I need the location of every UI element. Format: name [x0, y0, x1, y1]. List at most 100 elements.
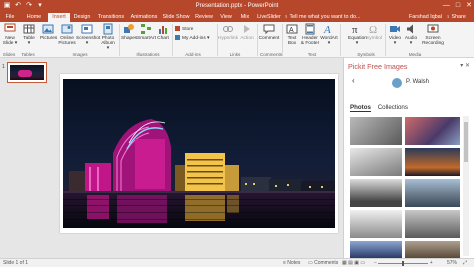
header-footer-icon [305, 23, 315, 35]
my-addins-button[interactable]: My Add-ins ▾ [175, 35, 209, 42]
gallery-image[interactable] [405, 210, 460, 238]
gallery-image[interactable] [350, 148, 402, 176]
comments-button[interactable]: ▭ Comments [308, 259, 338, 267]
tab-design[interactable]: Design [71, 13, 93, 22]
gallery-image[interactable] [350, 179, 402, 207]
action-icon [244, 25, 250, 33]
chart-button[interactable]: Chart [156, 23, 170, 41]
separator [340, 24, 341, 56]
tab-photos[interactable]: Photos [350, 104, 371, 112]
image-gallery [350, 117, 460, 258]
slide-number: 1 [2, 64, 5, 70]
author-name[interactable]: P. Walsh [406, 79, 429, 85]
gallery-image[interactable] [350, 117, 402, 145]
pane-title: Pickit Free Images [348, 62, 408, 71]
slide-thumbnails-pane: 1 [0, 58, 56, 258]
hyperlink-button[interactable]: Hyperlink [218, 23, 238, 41]
separator [172, 24, 173, 56]
new-slide-button[interactable]: New Slide ▾ [2, 23, 18, 46]
action-button[interactable]: Action [238, 23, 256, 41]
night-city-photo[interactable] [63, 79, 335, 228]
tab-slide-show[interactable]: Slide Show [162, 13, 190, 22]
symbol-icon: Ω [369, 24, 377, 35]
share-button[interactable]: ♀ Share [446, 13, 466, 22]
text-box-button[interactable]: A Text Box [284, 23, 300, 46]
wordart-button[interactable]: A WordArt ▾ [320, 23, 338, 46]
smartart-button[interactable]: SmartArt [137, 23, 156, 41]
tab-view[interactable]: View [219, 13, 233, 22]
symbol-button[interactable]: Ω Symbol [366, 23, 382, 41]
screen-recording-icon [427, 24, 439, 33]
ribbon-tab-bar: File Home Insert Design Transitions Anim… [0, 13, 474, 22]
tab-liveslider[interactable]: LiveSlider [256, 13, 282, 22]
comment-button[interactable]: Comment [258, 23, 280, 41]
gallery-image[interactable] [350, 241, 402, 258]
photo-album-button[interactable]: Photo Album ▾ [100, 23, 116, 51]
smartart-icon [141, 24, 151, 34]
text-box-icon: A [286, 24, 298, 34]
pictures-button[interactable]: Pictures [40, 23, 57, 41]
group-label-text: Text [307, 52, 317, 57]
tab-mix[interactable]: Mix [240, 13, 250, 22]
view-buttons[interactable]: ▦ ▤ ▣ ▭ [342, 259, 365, 267]
shapes-button[interactable]: Shapes [121, 23, 137, 41]
screenshot-button[interactable]: Screenshot ▾ [76, 23, 100, 46]
zoom-level[interactable]: 57% [447, 259, 457, 267]
close-button[interactable]: ✕ [466, 1, 472, 11]
maximize-button[interactable]: □ [456, 1, 460, 11]
group-label-addins: Add-ins [185, 52, 201, 57]
back-arrow-icon[interactable]: ‹ [352, 76, 355, 85]
scrollbar-thumb[interactable] [464, 122, 468, 162]
tab-review[interactable]: Review [195, 13, 213, 22]
gallery-image[interactable] [405, 179, 460, 207]
online-pictures-icon [61, 24, 73, 34]
gallery-image[interactable] [350, 210, 402, 238]
photo-album-icon [103, 23, 113, 35]
header-footer-button[interactable]: Header & Footer [300, 23, 320, 46]
tab-collections[interactable]: Collections [378, 104, 408, 111]
group-label-symbols: Symbols [357, 52, 375, 57]
group-label-tables: Tables [21, 52, 35, 57]
user-account[interactable]: Farshad Iqbal [409, 13, 442, 22]
separator [119, 24, 120, 56]
ribbon-insert: New Slide ▾ Table ▾ Pictures Online Pict… [0, 22, 474, 58]
gallery-image[interactable] [405, 148, 460, 176]
pickit-task-pane: Pickit Free Images ▾ ✕ ‹ P. Walsh Photos… [343, 58, 474, 258]
slide-thumbnail-image [10, 65, 44, 80]
tell-me-search[interactable]: ♀ Tell me what you want to do... [284, 13, 360, 22]
pane-close-button[interactable]: ▾ ✕ [460, 62, 470, 69]
online-pictures-button[interactable]: Online Pictures [58, 23, 76, 46]
notes-button[interactable]: ≡ Notes [283, 259, 300, 267]
table-button[interactable]: Table ▾ [22, 23, 36, 46]
audio-button[interactable]: Audio ▾ [404, 23, 418, 46]
group-label-images: Images [72, 52, 88, 57]
video-button[interactable]: Video ▾ [388, 23, 402, 46]
tab-home[interactable]: Home [24, 13, 44, 22]
my-addins-icon [175, 35, 180, 40]
tab-file[interactable]: File [2, 13, 18, 22]
separator [385, 24, 386, 56]
powerpoint-window: ▣ ↶ ↷ ▾ Presentation.pptx - PowerPoint —… [0, 0, 474, 267]
store-button[interactable]: Store [175, 26, 193, 33]
group-label-links: Links [229, 52, 241, 57]
gallery-image[interactable] [405, 117, 460, 145]
fit-slide-icon[interactable]: ⤢ [463, 259, 467, 267]
pane-scrollbar[interactable] [463, 116, 469, 256]
screen-recording-button[interactable]: Screen Recording [420, 23, 446, 46]
slide-canvas[interactable] [60, 74, 338, 233]
equation-button[interactable]: π Equation ▾ [348, 23, 367, 46]
gallery-image[interactable] [405, 241, 460, 258]
window-title: Presentation.pptx - PowerPoint [195, 3, 279, 9]
tab-transitions[interactable]: Transitions [96, 13, 126, 22]
status-bar: Slide 1 of 1 ≡ Notes ▭ Comments ▦ ▤ ▣ ▭ … [0, 258, 474, 267]
pictures-icon [42, 24, 54, 34]
zoom-slider[interactable]: − + [374, 259, 444, 267]
tab-animations[interactable]: Animations [129, 13, 159, 22]
slide-editor [56, 58, 343, 258]
tab-insert[interactable]: Insert [48, 13, 70, 22]
slide-thumbnail[interactable] [7, 62, 47, 83]
minimize-button[interactable]: — [443, 1, 450, 11]
pane-tabs: Photos Collections [350, 104, 413, 112]
equation-icon: π [352, 24, 358, 35]
title-bar: ▣ ↶ ↷ ▾ Presentation.pptx - PowerPoint —… [0, 0, 474, 13]
